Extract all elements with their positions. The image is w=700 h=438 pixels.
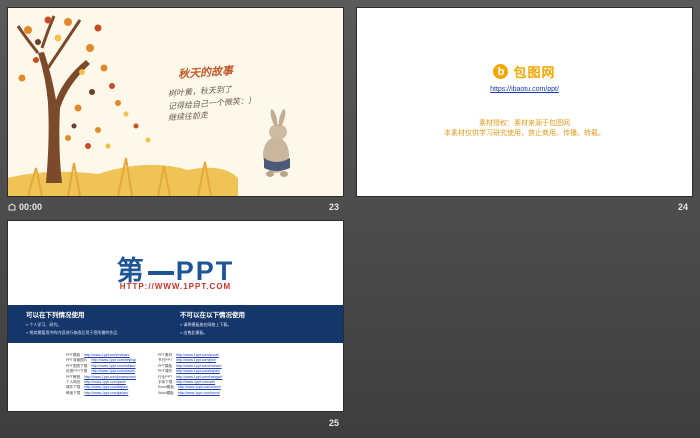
allowed-item: » 将其需要用中的内容进行修改后用于您所需的作品	[26, 330, 118, 335]
allowed-heading: 可以在下列情况使用	[26, 312, 85, 319]
slide-thumbnail-24[interactable]: b 包图网 https://ibaotu.com/ppt/ 素材授权：素材来源于…	[357, 8, 692, 196]
slide-transition-icon	[8, 203, 16, 211]
baotu-logo: b 包图网	[357, 62, 692, 81]
slide-24-number: 24	[678, 202, 689, 212]
allowed-item: » 个人学习、研究。	[26, 322, 62, 327]
allowed-use: 可以在下列情况使用 » 个人学习、研究。 » 将其需要用中的内容进行修改后用于您…	[26, 309, 117, 338]
forbidden-item: » 请将模板放在网络上下载。	[180, 322, 232, 327]
baotu-logo-icon: b	[493, 64, 509, 79]
baotu-logo-text: 包图网	[513, 65, 556, 80]
license-note-1: 素材授权：素材来源于包图网	[479, 120, 570, 127]
slide-25-url: HTTP://WWW.1PPT.COM	[119, 282, 232, 291]
forbidden-heading: 不可以在以下情况使用	[180, 312, 245, 319]
list-item[interactable]: Word模板 http://www.1ppt.com/word/	[158, 391, 222, 396]
usage-banner: 可以在下列情况使用 » 个人学习、研究。 » 将其需要用中的内容进行修改后用于您…	[8, 305, 343, 343]
slide-23-number: 23	[329, 202, 340, 212]
forbidden-item: » 出售此模板。	[180, 330, 208, 335]
link-list-right: PPT素材 http://www.1ppt.com/sucai/ 节日PPT htt…	[158, 353, 222, 396]
slide-thumbnail-23[interactable]: 秋天的故事 树叶黄，秋天到了 记得给自己一个微笑：） 继续往前走	[8, 8, 343, 196]
list-item[interactable]: 教案下载 http://www.1ppt.com/jiaoan/	[66, 391, 136, 396]
link-list-left: PPT模板 http://www.1ppt.com/moban/ PPT背景图片 h…	[66, 353, 136, 396]
license-note-2: 本素材仅供学习研究使用，禁止商用、传播、转载。	[444, 130, 605, 137]
slide-25-number: 25	[329, 418, 340, 428]
slide-23-timer-text: 00:00	[19, 202, 43, 212]
title-dash	[147, 270, 174, 275]
forbidden-use: 不可以在以下情况使用 » 请将模板放在网络上下载。 » 出售此模板。	[180, 309, 245, 338]
slide-23-timer: 00:00	[8, 202, 42, 212]
baotu-link[interactable]: https://ibaotu.com/ppt/	[357, 86, 692, 93]
slide-thumbnail-25[interactable]: 第 PPT HTTP://WWW.1PPT.COM 可以在下列情况使用 » 个人学…	[8, 221, 343, 411]
